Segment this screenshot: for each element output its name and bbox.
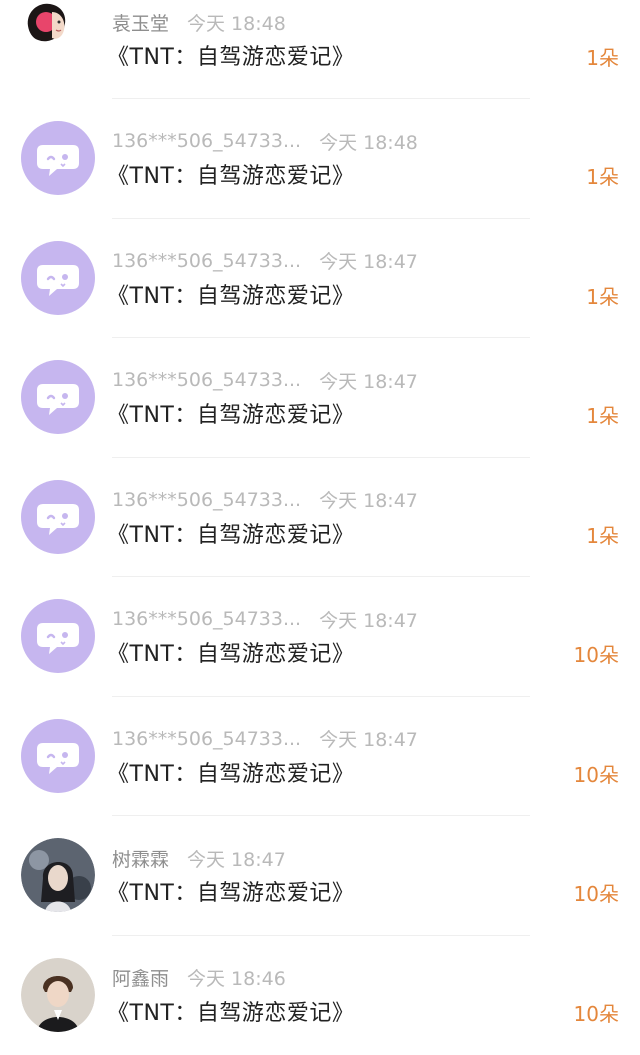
book-title[interactable]: 《TNT：自驾游恋爱记》 [107, 875, 354, 907]
list-item[interactable]: 136***506_54733... 今天 18:47 《TNT：自驾游恋爱记》… [0, 577, 640, 697]
avatar[interactable] [21, 241, 95, 315]
flower-count: 1朵 [586, 161, 619, 190]
avatar[interactable] [21, 958, 95, 1032]
timestamp: 今天 18:47 [319, 367, 418, 394]
timestamp: 今天 18:47 [319, 486, 418, 513]
sender-name[interactable]: 袁玉堂 [112, 9, 169, 36]
flower-count: 10朵 [574, 639, 619, 668]
list-item[interactable]: 136***506_54733... 今天 18:47 《TNT：自驾游恋爱记》… [0, 697, 640, 817]
sender-name[interactable]: 阿鑫雨 [112, 964, 169, 991]
flower-count: 1朵 [586, 281, 619, 310]
book-title[interactable]: 《TNT：自驾游恋爱记》 [107, 636, 354, 668]
default-chat-avatar-icon [21, 719, 95, 793]
sender-name[interactable]: 136***506_54733... [112, 728, 301, 750]
default-chat-avatar-icon [21, 241, 95, 315]
avatar[interactable] [21, 480, 95, 554]
book-title[interactable]: 《TNT：自驾游恋爱记》 [107, 158, 354, 190]
timestamp: 今天 18:47 [319, 247, 418, 274]
book-title[interactable]: 《TNT：自驾游恋爱记》 [107, 756, 354, 788]
flower-count: 10朵 [574, 759, 619, 788]
flower-count: 1朵 [586, 400, 619, 429]
sender-name[interactable]: 136***506_54733... [112, 250, 301, 272]
default-chat-avatar-icon [21, 360, 95, 434]
user-photo-avatar-icon [21, 838, 95, 912]
avatar[interactable] [21, 599, 95, 673]
timestamp: 今天 18:47 [187, 845, 286, 872]
avatar[interactable] [22, 0, 72, 48]
avatar[interactable] [21, 719, 95, 793]
list-item[interactable]: 136***506_54733... 今天 18:48 《TNT：自驾游恋爱记》… [0, 99, 640, 219]
sender-name[interactable]: 136***506_54733... [112, 130, 301, 152]
book-title[interactable]: 《TNT：自驾游恋爱记》 [107, 517, 354, 549]
list-item[interactable]: 136***506_54733... 今天 18:47 《TNT：自驾游恋爱记》… [0, 219, 640, 339]
book-title[interactable]: 《TNT：自驾游恋爱记》 [107, 995, 354, 1027]
timestamp: 今天 18:47 [319, 725, 418, 752]
user-photo-avatar-icon [21, 958, 95, 1032]
default-chat-avatar-icon [21, 121, 95, 195]
sender-name[interactable]: 136***506_54733... [112, 608, 301, 630]
avatar[interactable] [21, 121, 95, 195]
avatar[interactable] [21, 360, 95, 434]
list-item[interactable]: 136***506_54733... 今天 18:47 《TNT：自驾游恋爱记》… [0, 338, 640, 458]
flower-count: 10朵 [574, 878, 619, 907]
timestamp: 今天 18:47 [319, 606, 418, 633]
user-avatar-icon [22, 0, 72, 48]
book-title[interactable]: 《TNT：自驾游恋爱记》 [107, 278, 354, 310]
default-chat-avatar-icon [21, 480, 95, 554]
gift-record-list: 袁玉堂 今天 18:48 《TNT：自驾游恋爱记》 1朵 136***506_5… [0, 0, 640, 1055]
list-item[interactable]: 阿鑫雨 今天 18:46 《TNT：自驾游恋爱记》 10朵 [0, 936, 640, 1055]
sender-name[interactable]: 树霖霖 [112, 845, 169, 872]
flower-count: 10朵 [574, 998, 619, 1027]
list-item[interactable]: 树霖霖 今天 18:47 《TNT：自驾游恋爱记》 10朵 [0, 816, 640, 936]
timestamp: 今天 18:46 [187, 964, 286, 991]
list-item[interactable]: 袁玉堂 今天 18:48 《TNT：自驾游恋爱记》 1朵 [0, 0, 640, 99]
book-title[interactable]: 《TNT：自驾游恋爱记》 [107, 397, 354, 429]
timestamp: 今天 18:48 [187, 9, 286, 36]
list-item[interactable]: 136***506_54733... 今天 18:47 《TNT：自驾游恋爱记》… [0, 458, 640, 578]
sender-name[interactable]: 136***506_54733... [112, 369, 301, 391]
sender-name[interactable]: 136***506_54733... [112, 489, 301, 511]
default-chat-avatar-icon [21, 599, 95, 673]
avatar[interactable] [21, 838, 95, 912]
flower-count: 1朵 [586, 42, 619, 71]
book-title[interactable]: 《TNT：自驾游恋爱记》 [107, 39, 354, 71]
timestamp: 今天 18:48 [319, 128, 418, 155]
flower-count: 1朵 [586, 520, 619, 549]
